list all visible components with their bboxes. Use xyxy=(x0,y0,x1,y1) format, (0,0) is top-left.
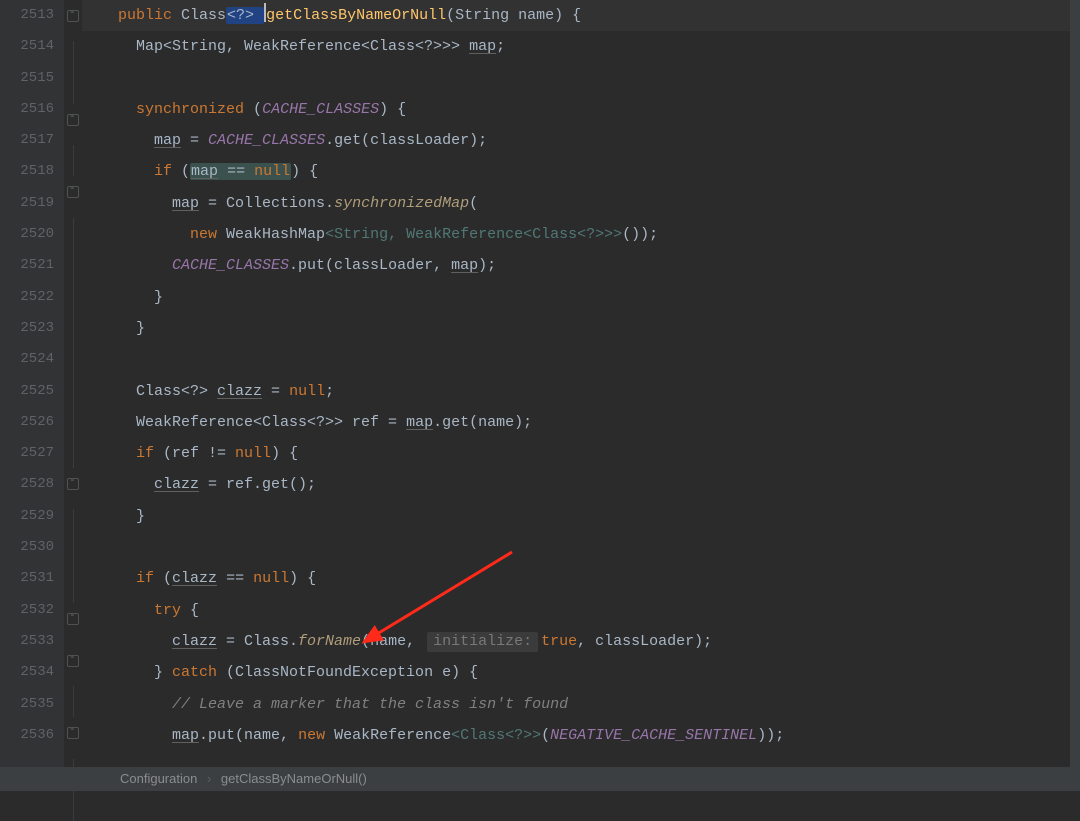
code-line[interactable]: Class<?> clazz = null; xyxy=(82,376,1070,407)
code-line[interactable]: map.put(name, new WeakReference<Class<?>… xyxy=(82,720,1070,751)
code-editor[interactable]: 2513 2514 2515 2516 2517 2518 2519 2520 … xyxy=(0,0,1080,767)
fold-toggle-icon[interactable] xyxy=(67,10,79,22)
code-line[interactable] xyxy=(82,63,1070,94)
line-number[interactable]: 2530 xyxy=(0,532,64,563)
line-number[interactable]: 2525 xyxy=(0,376,64,407)
line-number[interactable]: 2514 xyxy=(0,31,64,62)
line-number[interactable]: 2523 xyxy=(0,313,64,344)
line-number[interactable]: 2528 xyxy=(0,469,64,500)
code-line[interactable]: // Leave a marker that the class isn't f… xyxy=(82,689,1070,720)
line-number[interactable]: 2522 xyxy=(0,282,64,313)
line-number-gutter[interactable]: 2513 2514 2515 2516 2517 2518 2519 2520 … xyxy=(0,0,65,767)
fold-toggle-icon[interactable] xyxy=(67,186,79,198)
generic-highlight: <?> xyxy=(226,7,264,24)
code-text-area[interactable]: public Class<?> getClassByNameOrNull(Str… xyxy=(82,0,1070,767)
code-line[interactable]: if (ref != null) { xyxy=(82,438,1070,469)
code-line[interactable]: Map<String, WeakReference<Class<?>>> map… xyxy=(82,31,1070,62)
code-line[interactable]: if (clazz == null) { xyxy=(82,563,1070,594)
fold-toggle-icon[interactable] xyxy=(67,655,79,667)
code-line[interactable]: } catch (ClassNotFoundException e) { xyxy=(82,657,1070,688)
line-number[interactable]: 2520 xyxy=(0,219,64,250)
fold-column[interactable] xyxy=(64,0,82,767)
line-number[interactable]: 2518 xyxy=(0,156,64,187)
breadcrumb-bar[interactable]: Configuration › getClassByNameOrNull() xyxy=(0,767,1080,791)
line-number[interactable]: 2534 xyxy=(0,657,64,688)
line-number[interactable]: 2524 xyxy=(0,344,64,375)
line-number[interactable]: 2517 xyxy=(0,125,64,156)
breadcrumb-item[interactable]: Configuration xyxy=(120,771,197,786)
fold-toggle-icon[interactable] xyxy=(67,727,79,739)
line-number[interactable]: 2526 xyxy=(0,407,64,438)
editor-overview-ruler[interactable] xyxy=(1070,0,1080,767)
line-number[interactable]: 2536 xyxy=(0,720,64,751)
line-number[interactable]: 2531 xyxy=(0,563,64,594)
code-line[interactable]: clazz = Class.forName(name, initialize:t… xyxy=(82,626,1070,657)
code-line[interactable]: if (map == null) { xyxy=(82,156,1070,187)
code-line[interactable]: } xyxy=(82,313,1070,344)
code-line[interactable]: } xyxy=(82,282,1070,313)
line-number[interactable]: 2513 xyxy=(0,0,64,31)
code-line[interactable]: map = Collections.synchronizedMap( xyxy=(82,188,1070,219)
line-number[interactable]: 2521 xyxy=(0,250,64,281)
chevron-right-icon: › xyxy=(207,771,211,786)
code-line[interactable] xyxy=(82,532,1070,563)
fold-toggle-icon[interactable] xyxy=(67,478,79,490)
line-number[interactable]: 2527 xyxy=(0,438,64,469)
line-number[interactable]: 2532 xyxy=(0,595,64,626)
line-number[interactable]: 2516 xyxy=(0,94,64,125)
fold-toggle-icon[interactable] xyxy=(67,114,79,126)
fold-toggle-icon[interactable] xyxy=(67,613,79,625)
code-line[interactable]: CACHE_CLASSES.put(classLoader, map); xyxy=(82,250,1070,281)
line-number[interactable]: 2529 xyxy=(0,501,64,532)
line-number[interactable]: 2519 xyxy=(0,188,64,219)
parameter-hint: initialize: xyxy=(427,632,538,652)
code-line[interactable]: WeakReference<Class<?>> ref = map.get(na… xyxy=(82,407,1070,438)
line-number[interactable]: 2533 xyxy=(0,626,64,657)
code-line[interactable]: public Class<?> getClassByNameOrNull(Str… xyxy=(82,0,1070,31)
condition-highlight: map == null xyxy=(190,163,291,180)
code-line[interactable]: clazz = ref.get(); xyxy=(82,469,1070,500)
breadcrumb-item[interactable]: getClassByNameOrNull() xyxy=(221,771,367,786)
code-line[interactable]: } xyxy=(82,501,1070,532)
code-line[interactable]: try { xyxy=(82,595,1070,626)
code-line[interactable]: map = CACHE_CLASSES.get(classLoader); xyxy=(82,125,1070,156)
code-line[interactable] xyxy=(82,344,1070,375)
line-number[interactable]: 2535 xyxy=(0,689,64,720)
line-number[interactable]: 2515 xyxy=(0,63,64,94)
code-line[interactable]: synchronized (CACHE_CLASSES) { xyxy=(82,94,1070,125)
code-line[interactable]: new WeakHashMap<String, WeakReference<Cl… xyxy=(82,219,1070,250)
